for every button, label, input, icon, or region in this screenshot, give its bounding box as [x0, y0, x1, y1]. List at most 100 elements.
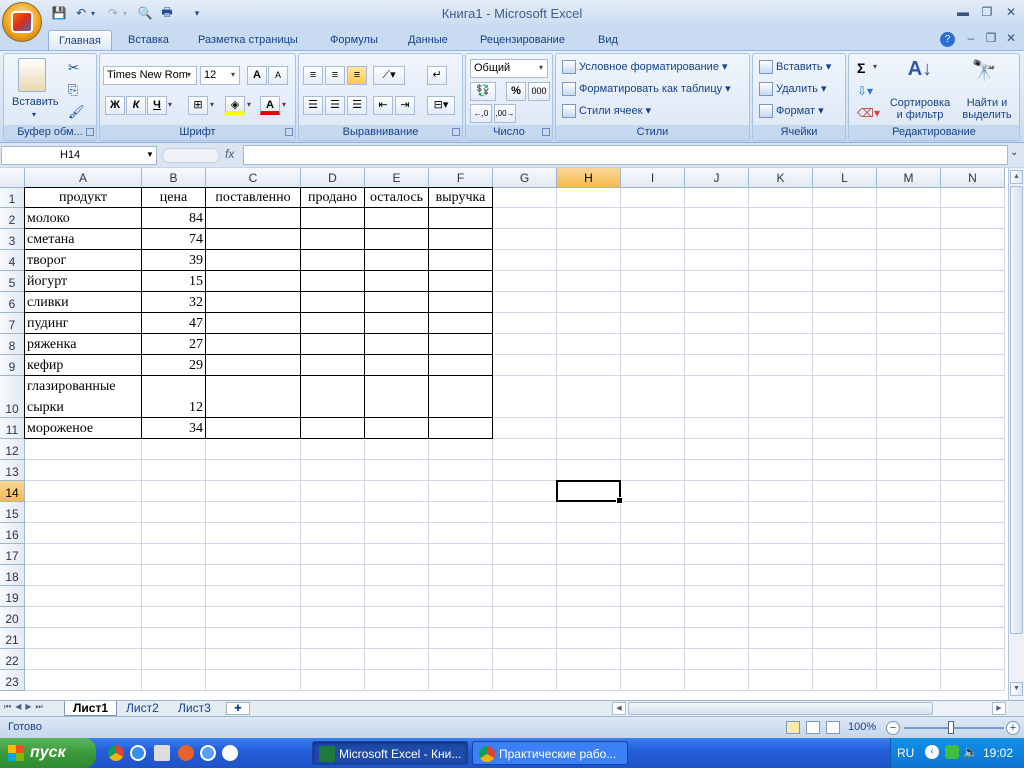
cell[interactable]: [365, 565, 429, 586]
cell[interactable]: [685, 292, 749, 313]
conditional-formatting-button[interactable]: Условное форматирование ▾: [562, 60, 728, 75]
cell[interactable]: [25, 502, 142, 523]
cell[interactable]: [621, 460, 685, 481]
cell[interactable]: [877, 376, 941, 418]
zoom-slider-thumb[interactable]: [948, 721, 954, 734]
cell[interactable]: [685, 670, 749, 691]
cell[interactable]: [621, 628, 685, 649]
font-name-box[interactable]: Times New Rom: [103, 66, 197, 85]
cell[interactable]: [941, 460, 1005, 481]
table-header-cell[interactable]: поставленно: [205, 187, 301, 208]
tab-review[interactable]: Рецензирование: [470, 30, 575, 51]
cell[interactable]: [25, 607, 142, 628]
cell[interactable]: [365, 523, 429, 544]
cell[interactable]: [300, 207, 365, 229]
tab-formulas[interactable]: Формулы: [320, 30, 388, 51]
help-icon[interactable]: ?: [940, 32, 955, 47]
align-bottom-icon[interactable]: ≡: [347, 66, 367, 85]
column-header-m[interactable]: M: [877, 168, 941, 188]
cell[interactable]: [557, 670, 621, 691]
cell[interactable]: [749, 649, 813, 670]
cell[interactable]: [749, 208, 813, 229]
table-header-cell[interactable]: продукт: [24, 187, 142, 208]
cell[interactable]: [877, 292, 941, 313]
cell[interactable]: [877, 334, 941, 355]
row-header-18[interactable]: 18: [0, 565, 25, 586]
cell[interactable]: [877, 229, 941, 250]
cell[interactable]: [557, 250, 621, 271]
cell[interactable]: [25, 670, 142, 691]
cell[interactable]: [813, 460, 877, 481]
cell-styles-button[interactable]: Стили ячеек ▾: [562, 104, 651, 119]
tab-data[interactable]: Данные: [398, 30, 458, 51]
cell[interactable]: [877, 460, 941, 481]
cell[interactable]: [493, 439, 557, 460]
cell[interactable]: [621, 439, 685, 460]
cell[interactable]: [142, 481, 206, 502]
cell[interactable]: [941, 523, 1005, 544]
cell[interactable]: [877, 250, 941, 271]
cell[interactable]: [300, 375, 365, 418]
cell[interactable]: [25, 586, 142, 607]
column-header-j[interactable]: J: [685, 168, 749, 188]
cell[interactable]: [621, 565, 685, 586]
cell[interactable]: [557, 355, 621, 376]
cell[interactable]: [749, 586, 813, 607]
cell[interactable]: [877, 313, 941, 334]
cell[interactable]: [557, 607, 621, 628]
cell[interactable]: [429, 481, 493, 502]
cell[interactable]: [429, 439, 493, 460]
column-header-f[interactable]: F: [429, 168, 493, 188]
cell[interactable]: [365, 628, 429, 649]
zoom-level[interactable]: 100%: [848, 721, 876, 733]
column-header-a[interactable]: A: [25, 168, 142, 188]
price-cell[interactable]: 29: [141, 354, 206, 376]
clear-icon[interactable]: ⌫▾: [857, 106, 880, 120]
table-header-cell[interactable]: осталось: [364, 187, 429, 208]
cell[interactable]: [941, 607, 1005, 628]
cell[interactable]: [493, 523, 557, 544]
cell[interactable]: [557, 544, 621, 565]
row-header-10[interactable]: 10: [0, 376, 25, 418]
sheet-navigation-icons[interactable]: ⏮◀▶⏭: [4, 702, 47, 712]
page-break-view-icon[interactable]: [826, 721, 840, 734]
price-cell[interactable]: 15: [141, 270, 206, 292]
cell[interactable]: [206, 628, 301, 649]
cell[interactable]: [300, 417, 365, 439]
cell[interactable]: [813, 649, 877, 670]
cell[interactable]: [557, 313, 621, 334]
cell[interactable]: [877, 649, 941, 670]
cell[interactable]: [685, 418, 749, 439]
cell[interactable]: [205, 291, 301, 313]
cell[interactable]: [142, 628, 206, 649]
cell[interactable]: [877, 607, 941, 628]
messenger-icon[interactable]: [200, 745, 216, 761]
cell[interactable]: [621, 229, 685, 250]
office-button[interactable]: [2, 2, 42, 42]
merge-center-icon[interactable]: ⊟▾: [427, 96, 455, 115]
orientation-icon[interactable]: ⟋▾: [373, 66, 405, 85]
increase-decimal-icon[interactable]: ←,0: [470, 104, 492, 123]
align-right-icon[interactable]: ☰: [347, 96, 367, 115]
insert-function-button[interactable]: fx: [225, 147, 234, 161]
zoom-slider[interactable]: [904, 727, 1004, 729]
cell[interactable]: [749, 544, 813, 565]
cell[interactable]: [621, 313, 685, 334]
cell[interactable]: [301, 439, 365, 460]
cell[interactable]: [493, 313, 557, 334]
cell[interactable]: [685, 355, 749, 376]
cell[interactable]: [557, 565, 621, 586]
row-header-20[interactable]: 20: [0, 607, 25, 628]
insert-cells-button[interactable]: Вставить ▾: [759, 60, 831, 75]
cell[interactable]: [685, 229, 749, 250]
row-header-4[interactable]: 4: [0, 250, 25, 271]
table-header-cell[interactable]: продано: [300, 187, 365, 208]
tab-page-layout[interactable]: Разметка страницы: [188, 30, 308, 51]
wrap-text-icon[interactable]: ↵: [427, 66, 447, 85]
cell[interactable]: [493, 628, 557, 649]
italic-button[interactable]: К: [126, 96, 146, 115]
workbook-restore-button[interactable]: ❐: [980, 31, 1002, 47]
cell[interactable]: [429, 544, 493, 565]
sort-filter-button[interactable]: Сортировка и фильтр: [887, 97, 953, 121]
cell[interactable]: [877, 481, 941, 502]
